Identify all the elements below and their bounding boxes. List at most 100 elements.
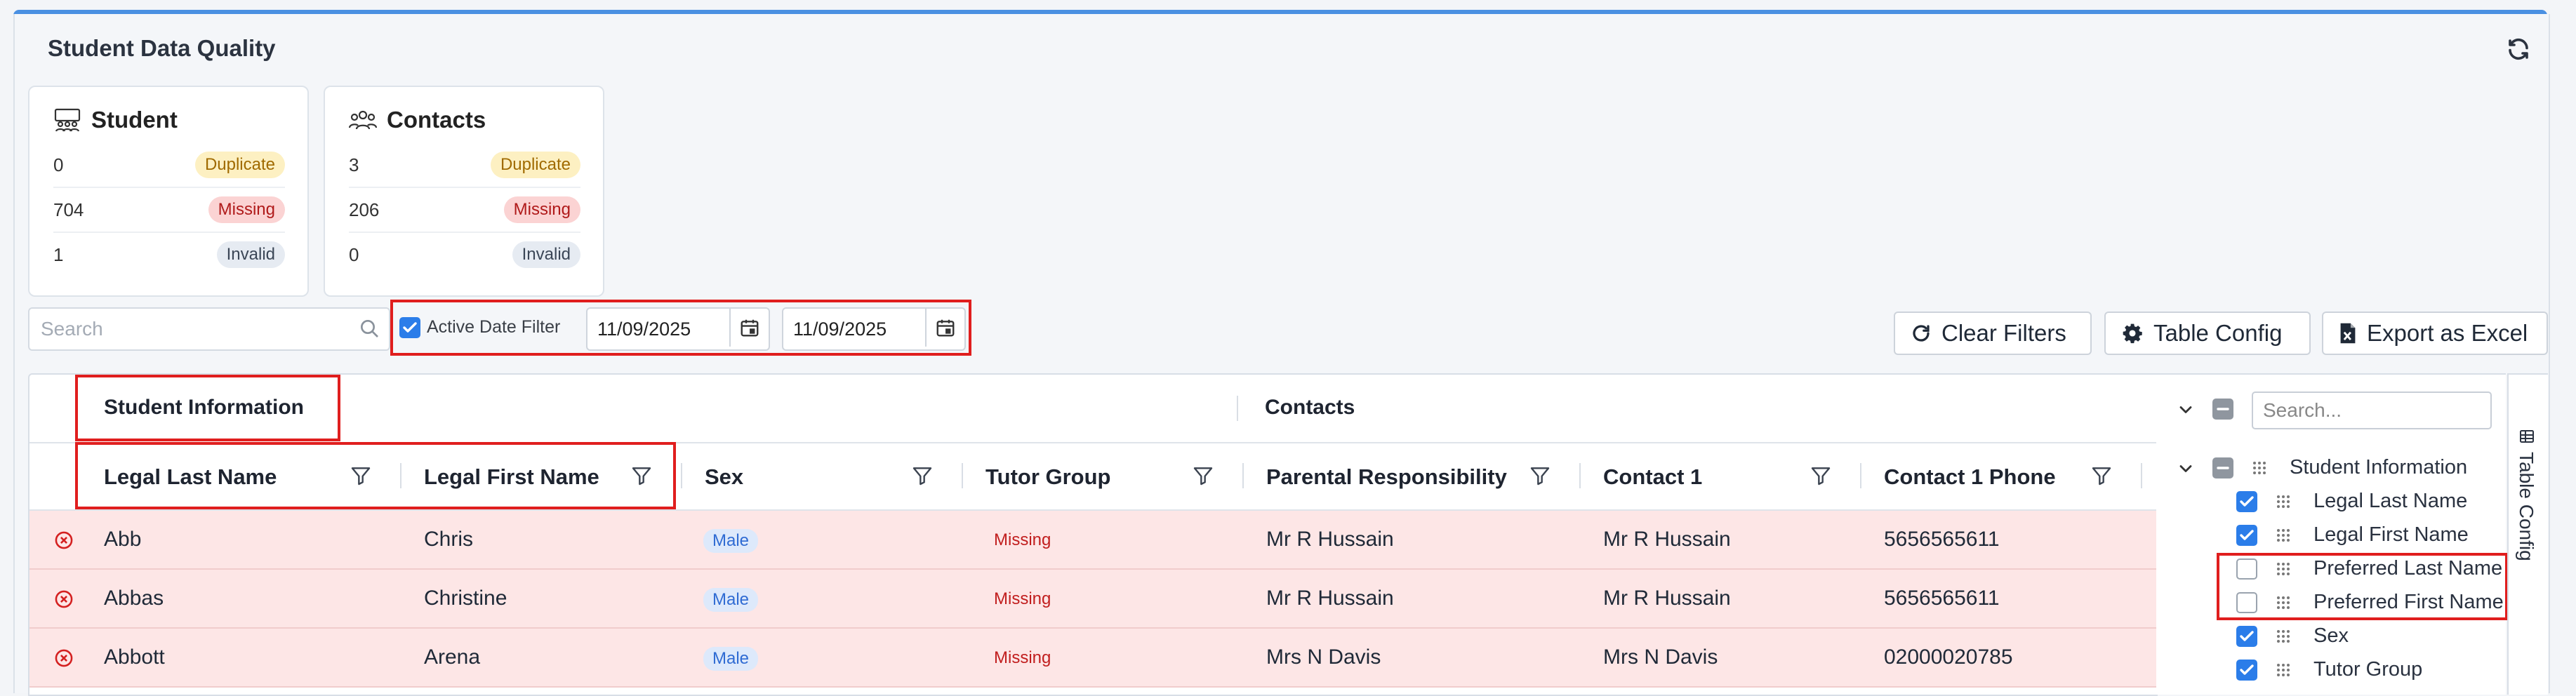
search-icon[interactable]: [358, 317, 380, 340]
sex-pill[interactable]: Male: [703, 529, 759, 553]
column-separator[interactable]: [400, 463, 401, 488]
drag-handle-icon[interactable]: [2276, 662, 2291, 678]
cell-legal-first-name[interactable]: Chris: [424, 528, 473, 551]
cell-contact-1[interactable]: Mrs N Davis: [1603, 645, 1718, 669]
config-item-label[interactable]: Preferred First Name: [2313, 591, 2504, 614]
select-all-checkbox[interactable]: [2212, 399, 2233, 420]
config-checkbox-preferred-last-name[interactable]: [2236, 558, 2257, 580]
contacts-invalid-row[interactable]: 0 Invalid: [349, 233, 580, 276]
column-header-contact-1[interactable]: Contact 1: [1582, 442, 1863, 509]
column-header-sex[interactable]: Sex: [684, 442, 964, 509]
cell-contact-1-phone[interactable]: 5656565611: [1884, 528, 2000, 551]
table-config-button[interactable]: Table Config: [2104, 312, 2311, 355]
config-item-label[interactable]: Legal Last Name: [2313, 490, 2467, 513]
chevron-down-icon[interactable]: [2176, 459, 2196, 479]
cell-parental-responsibility[interactable]: Mrs N Davis: [1266, 645, 1381, 669]
drag-handle-icon[interactable]: [2252, 460, 2267, 476]
date-to-calendar-button[interactable]: [925, 309, 964, 347]
config-item-label[interactable]: Preferred Last Name: [2313, 557, 2502, 580]
filter-icon[interactable]: [630, 464, 653, 487]
drag-handle-icon[interactable]: [2276, 629, 2291, 644]
cell-parental-responsibility[interactable]: Mr R Hussain: [1266, 528, 1394, 551]
filter-icon[interactable]: [1192, 464, 1214, 487]
export-excel-button[interactable]: Export as Excel: [2322, 312, 2548, 355]
group-student-information[interactable]: Student Information: [104, 396, 304, 420]
missing-badge[interactable]: Missing: [503, 196, 580, 223]
contacts-duplicate-row[interactable]: 3 Duplicate: [349, 143, 580, 188]
cell-contact-1[interactable]: Mr R Hussain: [1603, 528, 1731, 551]
contacts-missing-row[interactable]: 206 Missing: [349, 188, 580, 233]
tutor-missing-label[interactable]: Missing: [994, 589, 1051, 609]
active-date-filter-checkbox[interactable]: [399, 317, 420, 338]
table-row[interactable]: Abbott Arena Male Missing Mrs N Davis Mr…: [29, 629, 2156, 688]
filter-icon[interactable]: [1810, 464, 1832, 487]
tutor-missing-label[interactable]: Missing: [994, 648, 1051, 668]
filter-icon[interactable]: [2090, 464, 2113, 487]
date-to-value[interactable]: 11/09/2025: [793, 319, 887, 340]
duplicate-badge[interactable]: Duplicate: [194, 152, 285, 178]
config-checkbox-legal-last-name[interactable]: [2236, 491, 2257, 512]
cell-legal-last-name[interactable]: Abbas: [104, 587, 164, 610]
table-row[interactable]: Abb Chris Male Missing Mr R Hussain Mr R…: [29, 511, 2156, 570]
config-item-label[interactable]: Tutor Group: [2313, 658, 2422, 681]
filter-icon[interactable]: [1529, 464, 1551, 487]
group-checkbox-student-information[interactable]: [2212, 457, 2233, 479]
invalid-badge[interactable]: Invalid: [216, 241, 285, 268]
sex-pill[interactable]: Male: [703, 588, 759, 612]
config-search-input[interactable]: [2262, 399, 2482, 422]
config-item-label[interactable]: Legal First Name: [2313, 523, 2469, 547]
column-header-contact-1-phone[interactable]: Contact 1 Phone: [1863, 442, 2156, 509]
student-missing-row[interactable]: 704 Missing: [53, 188, 285, 233]
chevron-down-icon[interactable]: [2176, 400, 2196, 420]
refresh-icon[interactable]: [2506, 36, 2531, 62]
cell-legal-first-name[interactable]: Christine: [424, 587, 507, 610]
column-separator[interactable]: [2141, 463, 2142, 488]
cell-contact-1[interactable]: Mr R Hussain: [1603, 587, 1731, 610]
table-config-side-tab[interactable]: Table Config: [2507, 373, 2548, 695]
column-separator[interactable]: [681, 463, 682, 488]
cell-legal-first-name[interactable]: Arena: [424, 645, 480, 669]
drag-handle-icon[interactable]: [2276, 595, 2291, 610]
date-to-field[interactable]: 11/09/2025: [782, 307, 966, 351]
filter-icon[interactable]: [350, 464, 372, 487]
column-separator[interactable]: [962, 463, 963, 488]
drag-handle-icon[interactable]: [2276, 561, 2291, 577]
column-separator[interactable]: [1860, 463, 1861, 488]
student-invalid-row[interactable]: 1 Invalid: [53, 233, 285, 276]
date-from-calendar-button[interactable]: [729, 309, 769, 347]
config-search-box[interactable]: [2252, 392, 2492, 429]
clear-filters-button[interactable]: Clear Filters: [1894, 312, 2092, 355]
date-from-value[interactable]: 11/09/2025: [597, 319, 691, 340]
column-header-tutor-group[interactable]: Tutor Group: [964, 442, 1245, 509]
drag-handle-icon[interactable]: [2276, 494, 2291, 509]
column-separator[interactable]: [1579, 463, 1581, 488]
cell-legal-last-name[interactable]: Abbott: [104, 645, 165, 669]
table-row[interactable]: Abbas Christine Male Missing Mr R Hussai…: [29, 570, 2156, 629]
config-group-student-information[interactable]: Student Information: [2290, 456, 2467, 479]
duplicate-badge[interactable]: Duplicate: [490, 152, 580, 178]
cell-contact-1-phone[interactable]: 5656565611: [1884, 587, 2000, 610]
config-checkbox-tutor-group[interactable]: [2236, 660, 2257, 681]
column-separator[interactable]: [1242, 463, 1244, 488]
cell-parental-responsibility[interactable]: Mr R Hussain: [1266, 587, 1394, 610]
column-header-legal-last-name[interactable]: Legal Last Name: [83, 442, 406, 509]
cell-legal-last-name[interactable]: Abb: [104, 528, 141, 551]
group-contacts[interactable]: Contacts: [1265, 396, 1355, 420]
search-input[interactable]: [39, 314, 344, 344]
date-from-field[interactable]: 11/09/2025: [586, 307, 770, 351]
cell-contact-1-phone[interactable]: 02000020785: [1884, 645, 2013, 669]
drag-handle-icon[interactable]: [2276, 528, 2291, 543]
config-checkbox-legal-first-name[interactable]: [2236, 525, 2257, 546]
config-checkbox-preferred-first-name[interactable]: [2236, 592, 2257, 613]
config-checkbox-sex[interactable]: [2236, 626, 2257, 647]
student-duplicate-row[interactable]: 0 Duplicate: [53, 143, 285, 188]
missing-badge[interactable]: Missing: [208, 196, 285, 223]
column-header-parental-responsibility[interactable]: Parental Responsibility: [1245, 442, 1582, 509]
grid-search-box[interactable]: [28, 307, 390, 351]
filter-icon[interactable]: [911, 464, 934, 487]
config-item-label[interactable]: Sex: [2313, 624, 2349, 648]
column-header-legal-first-name[interactable]: Legal First Name: [403, 442, 684, 509]
tutor-missing-label[interactable]: Missing: [994, 530, 1051, 550]
invalid-badge[interactable]: Invalid: [512, 241, 580, 268]
sex-pill[interactable]: Male: [703, 647, 759, 671]
